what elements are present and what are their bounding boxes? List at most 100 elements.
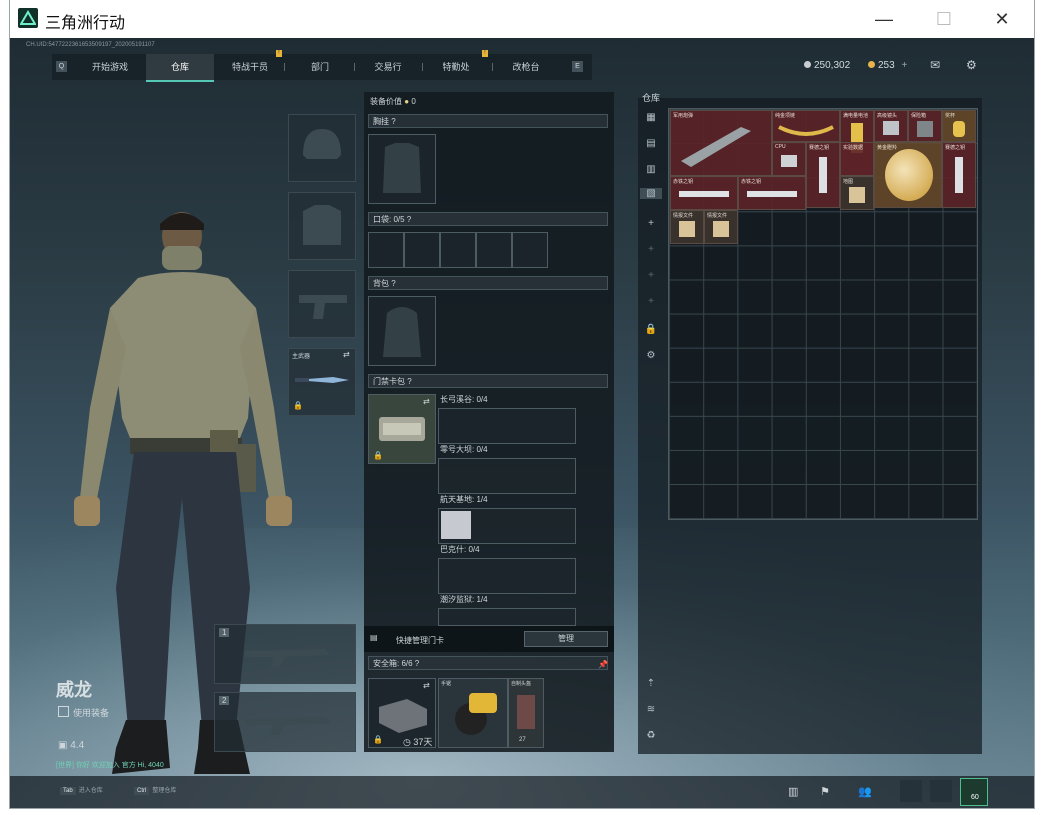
primary-weapon-slot-2[interactable]: 2	[214, 692, 356, 752]
safe-box-item-bag[interactable]: 自制头盔 27	[508, 678, 544, 748]
stash-recycle-icon[interactable]: ♻	[640, 730, 662, 741]
stash-sort-icon[interactable]: ⇡	[640, 678, 662, 689]
tab-special-ops[interactable]: 特勤处	[424, 54, 488, 80]
keycard-slot-row[interactable]	[438, 508, 576, 544]
stash-item[interactable]: 纯金项链	[772, 110, 840, 142]
gold-coin-icon	[868, 61, 875, 68]
stash-layers-icon[interactable]: ≋	[640, 704, 662, 715]
bottom-bar: Tab 进入仓库 Ctrl 整理仓库 ▥ ⚑ 👥 60	[10, 776, 1034, 808]
tab-start-game[interactable]: 开始游戏	[78, 54, 142, 80]
stash-tab-selected-icon[interactable]: ▧	[640, 188, 662, 199]
keycard-slot-row[interactable]	[438, 408, 576, 444]
player-avatar[interactable]: 60	[960, 778, 988, 806]
swap-icon[interactable]: ⇄	[343, 350, 350, 359]
pocket-slot[interactable]	[404, 232, 440, 268]
stash-item[interactable]: 赛德之钥	[942, 142, 976, 208]
ctrl-hint[interactable]: Ctrl 整理仓库	[134, 785, 176, 795]
pin-icon[interactable]: 📌	[598, 660, 608, 669]
stash-item[interactable]: 军用炮弹	[670, 110, 772, 176]
stash-item[interactable]: 黄金瞪羚	[874, 142, 942, 208]
armor-slot[interactable]	[288, 192, 356, 260]
pocket-slot[interactable]	[512, 232, 548, 268]
stash-tab-equipment-icon[interactable]: ▤	[640, 138, 662, 149]
safe-box-slot[interactable]: ⇄ 🔒 ◷ 37天	[368, 678, 436, 748]
flag-icon[interactable]: ⚑	[820, 785, 830, 798]
stash-item[interactable]: CPU	[772, 142, 806, 176]
equipment-panel: 装备价值 ● 0 胸挂 ? 口袋: 0/5 ? 背包 ? 门禁卡包 ? ⇄ 🔒	[364, 92, 614, 752]
stash-item[interactable]: 地图	[840, 176, 874, 210]
stash-item[interactable]: 赛德之钥	[806, 142, 840, 208]
stash-tab-all-icon[interactable]: ▦	[640, 112, 662, 123]
pocket-slot[interactable]	[440, 232, 476, 268]
keycard-slot-row[interactable]	[438, 608, 576, 626]
keycard-slot-row[interactable]	[438, 458, 576, 494]
stash-add-icon[interactable]: +	[640, 244, 662, 255]
quick-manage-label: 快捷管理门卡	[396, 636, 444, 645]
swap-icon[interactable]: ⇄	[423, 397, 430, 406]
stash-item[interactable]: 奖杯	[942, 110, 976, 142]
minimize-button[interactable]: —	[862, 4, 906, 34]
tab-trading[interactable]: 交易行	[356, 54, 420, 80]
stash-item[interactable]: 高级镜头	[874, 110, 908, 142]
keycard-slot-label: 潮汐监狱: 1/4	[440, 595, 488, 604]
main-nav: Q 开始游戏 仓库 特战干员 ! 部门 交易行 特勤处 ! 改枪台 E	[52, 50, 592, 82]
tab-department[interactable]: 部门	[288, 54, 352, 80]
tab-warehouse[interactable]: 仓库	[146, 54, 214, 82]
quick-slot[interactable]	[930, 780, 952, 802]
quick-slot[interactable]	[900, 780, 922, 802]
window-title: 三角洲行动	[45, 15, 126, 32]
stash-item[interactable]: 保险箱	[908, 110, 942, 142]
backpack-slot[interactable]	[368, 296, 436, 366]
keycard-item[interactable]	[441, 511, 471, 539]
silver-currency: 250,302	[804, 60, 850, 71]
pocket-slot[interactable]	[368, 232, 404, 268]
tab-operators[interactable]: 特战干员	[218, 54, 282, 80]
chest-rig-slot[interactable]	[368, 134, 436, 204]
nav-prev-key[interactable]: Q	[56, 61, 67, 72]
mail-icon[interactable]: ✉	[930, 58, 940, 72]
settings-icon[interactable]: ⚙	[966, 58, 977, 72]
nav-next-key[interactable]: E	[572, 61, 583, 72]
friends-icon[interactable]: 👥	[858, 785, 872, 798]
pocket-slot[interactable]	[476, 232, 512, 268]
close-button[interactable]: ✕	[980, 4, 1024, 34]
game-view: CH.UID:5477222361653509197_202005191107 …	[10, 38, 1034, 808]
tab-gunsmith[interactable]: 改枪台	[494, 54, 558, 80]
stash-item[interactable]: 情报文件	[704, 210, 738, 244]
swap-icon[interactable]: ⇄	[423, 681, 430, 690]
stash-item[interactable]: 赤铁之钥	[670, 176, 738, 210]
use-equipment-toggle[interactable]: 使用装备	[58, 706, 109, 719]
keycard-pack-slot[interactable]: ⇄ 🔒	[368, 394, 436, 464]
pistol-slot[interactable]	[288, 270, 356, 338]
manage-button[interactable]: 管理	[524, 631, 608, 647]
stash-item[interactable]: 实验数据	[840, 142, 874, 176]
keycard-slot-row[interactable]	[438, 558, 576, 594]
add-gold-button[interactable]: +	[901, 60, 907, 71]
stash-add-icon[interactable]: +	[640, 218, 662, 229]
lock-icon: 🔒	[373, 735, 383, 744]
backpack-header: 背包 ?	[368, 276, 608, 290]
world-chat-line[interactable]: [世界] 你好 欢迎加入 官方 Hi, 4040	[56, 760, 164, 770]
primary-weapon-slot-1[interactable]: 1	[214, 624, 356, 684]
maximize-button[interactable]: ☐	[922, 4, 966, 34]
silver-coin-icon	[804, 61, 811, 68]
stash-add-icon[interactable]: +	[640, 296, 662, 307]
melee-slot[interactable]: 主武器 ⇄ 🔒	[288, 348, 356, 416]
stash-settings-icon[interactable]: ⚙	[640, 350, 662, 361]
stash-item[interactable]: 情报文件	[670, 210, 704, 244]
stash-add-icon[interactable]: +	[640, 270, 662, 281]
lock-icon: 🔒	[293, 401, 303, 410]
silver-amount: 250,302	[814, 60, 851, 71]
operators-alert-badge: !	[276, 50, 282, 57]
helmet-slot[interactable]	[288, 114, 356, 182]
stats-icon[interactable]: ▥	[788, 785, 798, 798]
stash-tab-weapons-icon[interactable]: ▥	[640, 164, 662, 175]
gold-currency: 253 +	[868, 60, 907, 71]
stash-item[interactable]: 赤铁之钥	[738, 176, 806, 210]
keycard-icon: ▤	[370, 633, 378, 642]
stash-lock-icon[interactable]: 🔒	[640, 324, 662, 335]
safe-box-item-saw[interactable]: 手锯	[438, 678, 508, 748]
quick-manage-bar: ▤ 快捷管理门卡 管理	[364, 626, 614, 652]
safe-box-header: 安全箱: 6/6 ?	[368, 656, 608, 670]
tab-hint[interactable]: Tab 进入仓库	[60, 785, 103, 795]
